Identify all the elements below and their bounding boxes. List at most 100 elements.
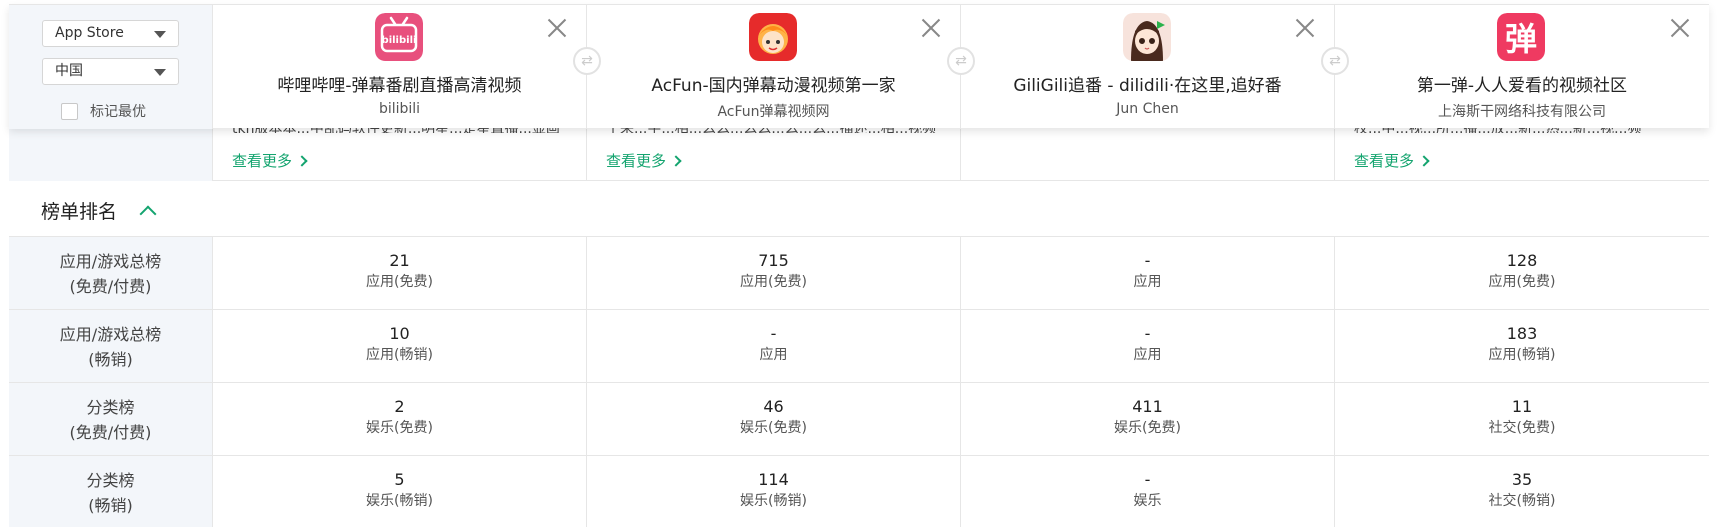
rank-category: 应用(畅销) bbox=[1488, 347, 1556, 363]
remove-app-close-icon[interactable] bbox=[1669, 17, 1691, 39]
swap-columns-icon[interactable]: ⇄ bbox=[573, 47, 601, 75]
giligili-icon[interactable] bbox=[1123, 13, 1171, 61]
rank-category: 社交(免费) bbox=[1488, 420, 1556, 436]
rank-category: 应用(免费) bbox=[740, 274, 807, 290]
ranking-cell: 183 应用(畅销) bbox=[1335, 310, 1709, 382]
app-column-header: 弹 第一弹-人人爱看的视频社区 上海斯干网络科技有限公司 bbox=[1335, 5, 1709, 129]
rank-value: - bbox=[770, 324, 777, 343]
ranking-row: 应用/游戏总榜 (畅销) 10 应用(畅销) - 应用 - 应用 183 应用(畅销) bbox=[9, 310, 1709, 383]
ranking-cell: 128 应用(免费) bbox=[1335, 237, 1709, 309]
ranking-row-label: 应用/游戏总榜 (畅销) bbox=[9, 310, 213, 382]
ranking-cell: 2 娱乐(免费) bbox=[213, 383, 587, 455]
rank-value: 114 bbox=[758, 470, 789, 489]
remove-app-close-icon[interactable] bbox=[920, 17, 942, 39]
ranking-cell: 114 娱乐(畅销) bbox=[587, 456, 961, 527]
ranking-label-line1: 分类榜 bbox=[86, 398, 135, 417]
ranking-label-line2: (畅销) bbox=[88, 496, 133, 515]
app-developer: bilibili bbox=[378, 101, 421, 117]
svg-text:bilibili: bilibili bbox=[382, 35, 417, 46]
ranking-section-header[interactable]: 榜单排名 bbox=[9, 181, 1709, 237]
mark-best-toggle[interactable]: 标记最优 bbox=[61, 101, 146, 121]
ranking-cell: 11 社交(免费) bbox=[1335, 383, 1709, 455]
rank-category: 娱乐 bbox=[1133, 493, 1162, 509]
compare-header: App Store 中国 标记最优 bilibili 哔哩哔哩-弹幕番剧直播高清… bbox=[9, 4, 1709, 129]
ranking-label-line2: (畅销) bbox=[88, 350, 133, 369]
app-column-header: AcFun-国内弹幕动漫视频第一家 AcFun弹幕视频网 bbox=[587, 5, 961, 129]
dropdown-arrow-icon bbox=[154, 31, 166, 38]
app-developer: 上海斯干网络科技有限公司 bbox=[1438, 104, 1606, 120]
ranking-cell: 5 娱乐(畅销) bbox=[213, 456, 587, 527]
ranking-cell: 46 娱乐(免费) bbox=[587, 383, 961, 455]
region-select-value: 中国 bbox=[55, 63, 83, 79]
app-name[interactable]: AcFun-国内弹幕动漫视频第一家 bbox=[587, 71, 960, 96]
ranking-row-label: 分类榜 (畅销) bbox=[9, 456, 213, 527]
ranking-label-line2: (免费/付费) bbox=[69, 277, 152, 296]
ranking-cell: - 应用 bbox=[961, 237, 1335, 309]
app-developer: AcFun弹幕视频网 bbox=[717, 104, 830, 120]
rank-value: 183 bbox=[1506, 324, 1538, 343]
region-select[interactable]: 中国 bbox=[42, 58, 179, 85]
filter-panel: App Store 中国 标记最优 bbox=[9, 5, 213, 129]
rank-value: 10 bbox=[389, 324, 410, 343]
app-name[interactable]: 第一弹-人人爱看的视频社区 bbox=[1335, 71, 1709, 96]
rank-category: 娱乐(畅销) bbox=[740, 493, 807, 509]
see-more-link[interactable]: 查看更多 bbox=[1354, 150, 1430, 171]
ranking-cell: 411 娱乐(免费) bbox=[961, 383, 1335, 455]
ranking-cell: - 应用 bbox=[587, 310, 961, 382]
rank-category: 娱乐(免费) bbox=[1114, 420, 1181, 436]
ranking-label-line1: 应用/游戏总榜 bbox=[59, 325, 162, 344]
mark-best-checkbox[interactable] bbox=[61, 102, 78, 120]
store-select[interactable]: App Store bbox=[42, 20, 179, 47]
store-select-value: App Store bbox=[55, 25, 124, 41]
bilibili-icon[interactable]: bilibili bbox=[375, 13, 423, 61]
rank-value: 35 bbox=[1511, 470, 1533, 489]
chevron-right-icon bbox=[670, 155, 682, 167]
rank-value: 411 bbox=[1132, 397, 1163, 416]
rank-value: - bbox=[1144, 324, 1151, 343]
rank-value: - bbox=[1144, 251, 1151, 270]
ranking-label-line1: 分类榜 bbox=[86, 471, 135, 490]
ranking-label-line1: 应用/游戏总榜 bbox=[59, 252, 162, 271]
see-more-link[interactable]: 查看更多 bbox=[606, 150, 682, 171]
see-more-label: 查看更多 bbox=[606, 152, 667, 170]
dropdown-arrow-icon bbox=[154, 69, 166, 76]
remove-app-close-icon[interactable] bbox=[546, 17, 568, 39]
app-column-header: bilibili 哔哩哔哩-弹幕番剧直播高清视频 bilibili bbox=[213, 5, 587, 129]
swap-columns-icon[interactable]: ⇄ bbox=[947, 47, 975, 75]
rank-value: 5 bbox=[394, 470, 405, 489]
section-title: 榜单排名 bbox=[41, 201, 118, 223]
rank-category: 娱乐(免费) bbox=[366, 420, 433, 436]
see-more-label: 查看更多 bbox=[232, 152, 293, 170]
acfun-icon[interactable] bbox=[749, 13, 797, 61]
swap-columns-icon[interactable]: ⇄ bbox=[1321, 47, 1349, 75]
rank-value: 21 bbox=[389, 251, 410, 270]
ranking-cell: 10 应用(畅销) bbox=[213, 310, 587, 382]
ranking-label-line2: (免费/付费) bbox=[69, 423, 152, 442]
svg-text:弹: 弹 bbox=[1505, 20, 1537, 58]
see-more-label: 查看更多 bbox=[1354, 152, 1415, 170]
ranking-cell: 21 应用(免费) bbox=[213, 237, 587, 309]
ranking-row-label: 分类榜 (免费/付费) bbox=[9, 383, 213, 455]
mark-best-label: 标记最优 bbox=[90, 104, 146, 120]
app-developer: Jun Chen bbox=[1116, 101, 1179, 117]
rank-category: 娱乐(免费) bbox=[740, 420, 807, 436]
remove-app-close-icon[interactable] bbox=[1294, 17, 1316, 39]
rank-value: 11 bbox=[1511, 397, 1533, 416]
chevron-up-icon[interactable] bbox=[139, 205, 157, 223]
see-more-link[interactable]: 查看更多 bbox=[232, 150, 308, 171]
rank-category: 娱乐(畅销) bbox=[366, 493, 433, 509]
rank-value: 715 bbox=[758, 251, 789, 270]
app-name[interactable]: 哔哩哔哩-弹幕番剧直播高清视频 bbox=[213, 71, 586, 96]
ranking-row: 分类榜 (畅销) 5 娱乐(畅销) 114 娱乐(畅销) - 娱乐 35 社交(畅销) bbox=[9, 456, 1709, 527]
rank-value: 46 bbox=[763, 397, 784, 416]
app-column-header: GiliGili追番 - dilidili·在这里,追好番 Jun Chen bbox=[961, 5, 1335, 129]
rank-category: 应用(免费) bbox=[1488, 274, 1556, 290]
diyidan-icon[interactable]: 弹 bbox=[1497, 13, 1545, 61]
ranking-cell: - 娱乐 bbox=[961, 456, 1335, 527]
rank-category: 应用(畅销) bbox=[366, 347, 433, 363]
rank-category: 应用 bbox=[759, 347, 788, 363]
rank-category: 社交(畅销) bbox=[1488, 493, 1556, 509]
app-name[interactable]: GiliGili追番 - dilidili·在这里,追好番 bbox=[961, 71, 1334, 96]
chevron-right-icon bbox=[296, 155, 308, 167]
ranking-row: 应用/游戏总榜 (免费/付费) 21 应用(免费) 715 应用(免费) - 应用 128 应用(… bbox=[9, 237, 1709, 310]
